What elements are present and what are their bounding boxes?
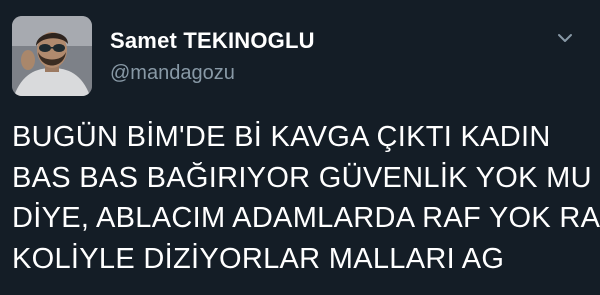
avatar[interactable] (12, 16, 92, 96)
tweet-text-line: KOLİYLE DİZİYORLAR MALLARI AG (12, 242, 505, 275)
tweet-text-line: DİYE, ABLACIM ADAMLARDA RAF YOK RAF (12, 202, 600, 234)
author-handle[interactable]: @mandagozu (110, 62, 235, 85)
author-name[interactable]: Samet TEKINOGLU (110, 28, 315, 54)
avatar-photo (12, 16, 92, 96)
tweet-text-line: BUGÜN BİM'DE Bİ KAVGA ÇIKTI KADIN (12, 121, 551, 153)
tweet-text: BUGÜN BİM'DE Bİ KAVGA ÇIKTI KADIN BAS BA… (12, 117, 600, 279)
chevron-down-icon[interactable] (553, 28, 577, 48)
tweet-card: Samet TEKINOGLU @mandagozu BUGÜN BİM'DE … (0, 0, 600, 295)
tweet-text-line: BAS BAS BAĞIRIYOR GÜVENLİK YOK MU (12, 161, 592, 194)
